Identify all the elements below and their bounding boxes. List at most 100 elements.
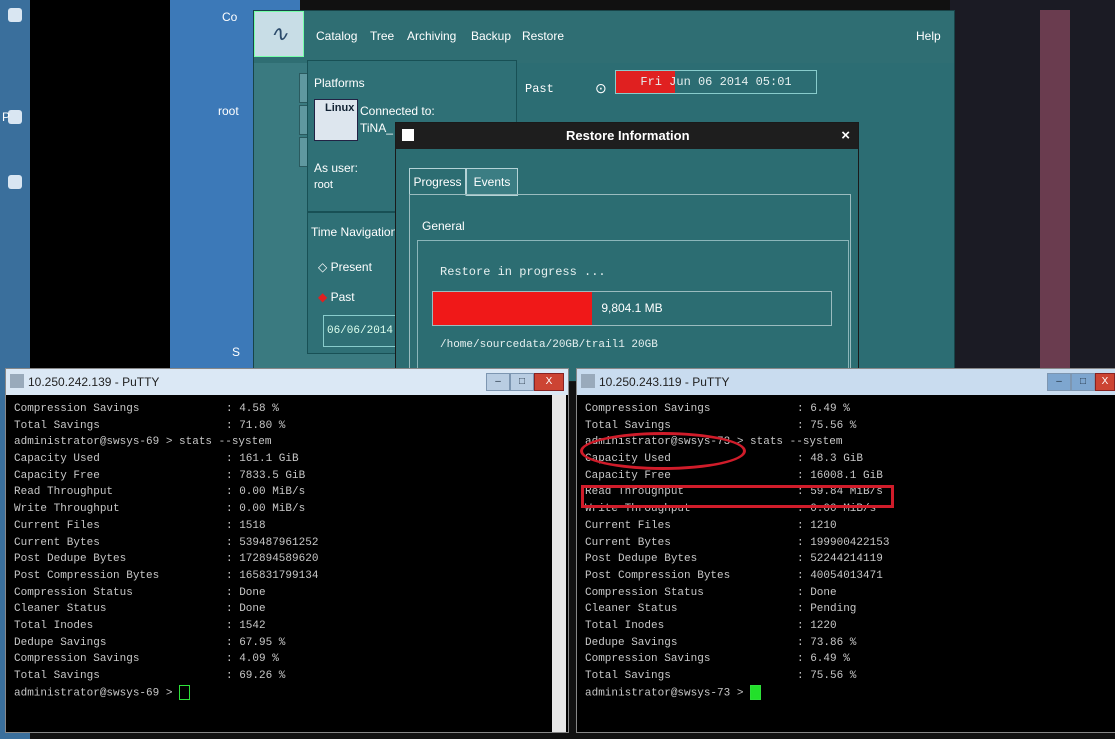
terminal-key: Cleaner Status [14,603,107,616]
terminal-key: Compression Status [14,586,133,599]
terminal-key: Total Savings [14,419,100,432]
terminal-value: : 165831799134 [226,569,319,582]
menu-restore[interactable]: Restore [522,29,564,43]
terminal-key: Dedupe Savings [14,636,107,649]
minimize-icon[interactable]: – [1047,373,1071,391]
terminal-value: : 161.1 GiB [226,453,299,466]
terminal-value: : 1220 [797,619,837,632]
terminal-value: : 4.58 % [226,403,279,415]
dialog-titlebar: Restore Information × [396,123,858,149]
terminal-key: Current Bytes [14,536,100,549]
terminal-key: Cleaner Status [585,603,678,616]
terminal-key: Current Files [585,519,671,532]
clock-icon[interactable]: ⊙ [595,80,607,97]
maximize-icon[interactable]: □ [1071,373,1095,391]
putty-title: 10.250.242.139 - PuTTY [28,375,160,389]
menu-help[interactable]: Help [916,29,941,43]
menu-archiving[interactable]: Archiving [407,29,456,43]
minimize-icon[interactable]: – [486,373,510,391]
present-label: Present [330,260,372,274]
terminal-line: Compression Savings: 6.49 % [585,401,889,418]
terminal-line: Dedupe Savings: 67.95 % [14,635,318,652]
terminal-key: Compression Savings [14,653,140,666]
user-name: root [314,179,333,191]
maximize-icon[interactable]: □ [510,373,534,391]
terminal-line: Current Files : 1210 [585,518,889,535]
terminal-value: : 172894589620 [226,553,319,566]
tab-progress[interactable]: Progress [409,168,466,196]
terminal-key: Read Throughput [14,486,114,499]
app-icon[interactable] [8,110,22,124]
terminal-value: : 40054013471 [797,569,883,582]
app-icon[interactable] [8,175,22,189]
terminal-line: Cleaner Status: Pending [585,601,889,618]
general-group-label: General [422,219,465,233]
close-icon[interactable]: X [1095,373,1115,391]
terminal-value: : 52244214119 [797,553,883,566]
past-label: Past [525,82,554,96]
restore-progress-bar: 9,804.1 MB [432,291,832,326]
putty-window-left: 10.250.242.139 - PuTTY – □ X Compression… [5,368,569,733]
terminal-line: Total Savings: 69.26 % [14,668,318,685]
terminal-value: : 16008.1 GiB [797,469,883,482]
terminal-line: Post Dedupe Bytes: 172894589620 [14,551,318,568]
terminal-value: : 1542 [226,619,266,632]
restore-path: /home/sourcedata/20GB/trail1 20GB [440,339,658,351]
putty-icon[interactable] [581,374,595,388]
tab-events[interactable]: Events [466,168,518,196]
menu-backup[interactable]: Backup [471,29,511,43]
terminal-value: : 4.09 % [226,653,279,666]
general-group: Restore in progress ... 9,804.1 MB /home… [417,240,849,383]
terminal-line: Read Throughput: 0.00 MiB/s [14,484,318,501]
present-radio[interactable]: ◇ Present [318,260,372,274]
linux-platform-icon[interactable]: Linux [314,99,358,141]
scrollbar[interactable] [552,395,566,732]
close-icon[interactable]: × [841,127,850,144]
terminal-line: Post Dedupe Bytes: 52244214119 [585,551,889,568]
past-option-label: Past [330,290,355,304]
connected-to-label: Connected to: [360,104,435,118]
terminal-key: Current Bytes [585,536,671,549]
terminal-line: administrator@swsys-73 > [585,684,889,702]
past-datetime-field[interactable]: Fri Jun 06 2014 05:01 [615,70,817,94]
progress-value: 9,804.1 MB [601,301,663,315]
terminal-line: Compression Status: Done [14,585,318,602]
menu-tree[interactable]: Tree [370,29,394,43]
terminal-value: : 539487961252 [226,536,319,549]
terminal-output[interactable]: Compression Savings: 4.58 % Total Savings… [14,401,318,701]
terminal-value: : Done [797,586,837,599]
terminal-line: Post Compression Bytes: 40054013471 [585,568,889,585]
terminal-key: administrator@swsys-69 > [14,687,180,700]
menu-catalog[interactable]: Catalog [316,29,357,43]
tab-panel: General Restore in progress ... 9,804.1 … [409,194,851,383]
terminal-cursor [750,684,762,700]
window-menu-icon[interactable] [402,129,414,141]
start-icon[interactable] [8,8,22,22]
terminal-value: : 1210 [797,519,837,532]
terminal-key: Compression Status [585,586,704,599]
terminal-key: Compression Savings [585,653,711,666]
radio-diamond-selected-icon: ◆ [318,290,328,304]
terminal-line: Compression Savings : 4.09 % [14,651,318,668]
putty-icon[interactable] [10,374,24,388]
terminal-line: Compression Savings: 6.49 % [585,651,889,668]
past-radio[interactable]: ◆ Past [318,290,355,304]
terminal-key: Current Files [14,519,100,532]
terminal-line: Cleaner Status: Done [14,601,318,618]
terminal-line: Total Savings: 75.56 % [585,418,889,435]
terminal-key: Compression Savings [585,403,711,415]
terminal-line: Compression Savings: 4.58 % [14,401,318,418]
terminal-value: : 1518 [226,519,266,532]
terminal-line: Write Throughput: 0.00 MiB/s [14,501,318,518]
radio-diamond-icon: ◇ [318,260,328,274]
terminal-value: : 75.56 % [797,419,857,432]
terminal-line: administrator@swsys-69 > stats --system [14,434,318,451]
platforms-label: Platforms [314,76,365,90]
terminal-value: : 73.86 % [797,636,857,649]
dialog-title: Restore Information [566,128,690,143]
date-field[interactable]: 06/06/2014 [323,315,397,347]
terminal-key: Write Throughput [14,503,120,516]
close-icon[interactable]: X [534,373,564,391]
terminal-cursor [179,684,191,700]
terminal-line: Dedupe Savings: 73.86 % [585,635,889,652]
